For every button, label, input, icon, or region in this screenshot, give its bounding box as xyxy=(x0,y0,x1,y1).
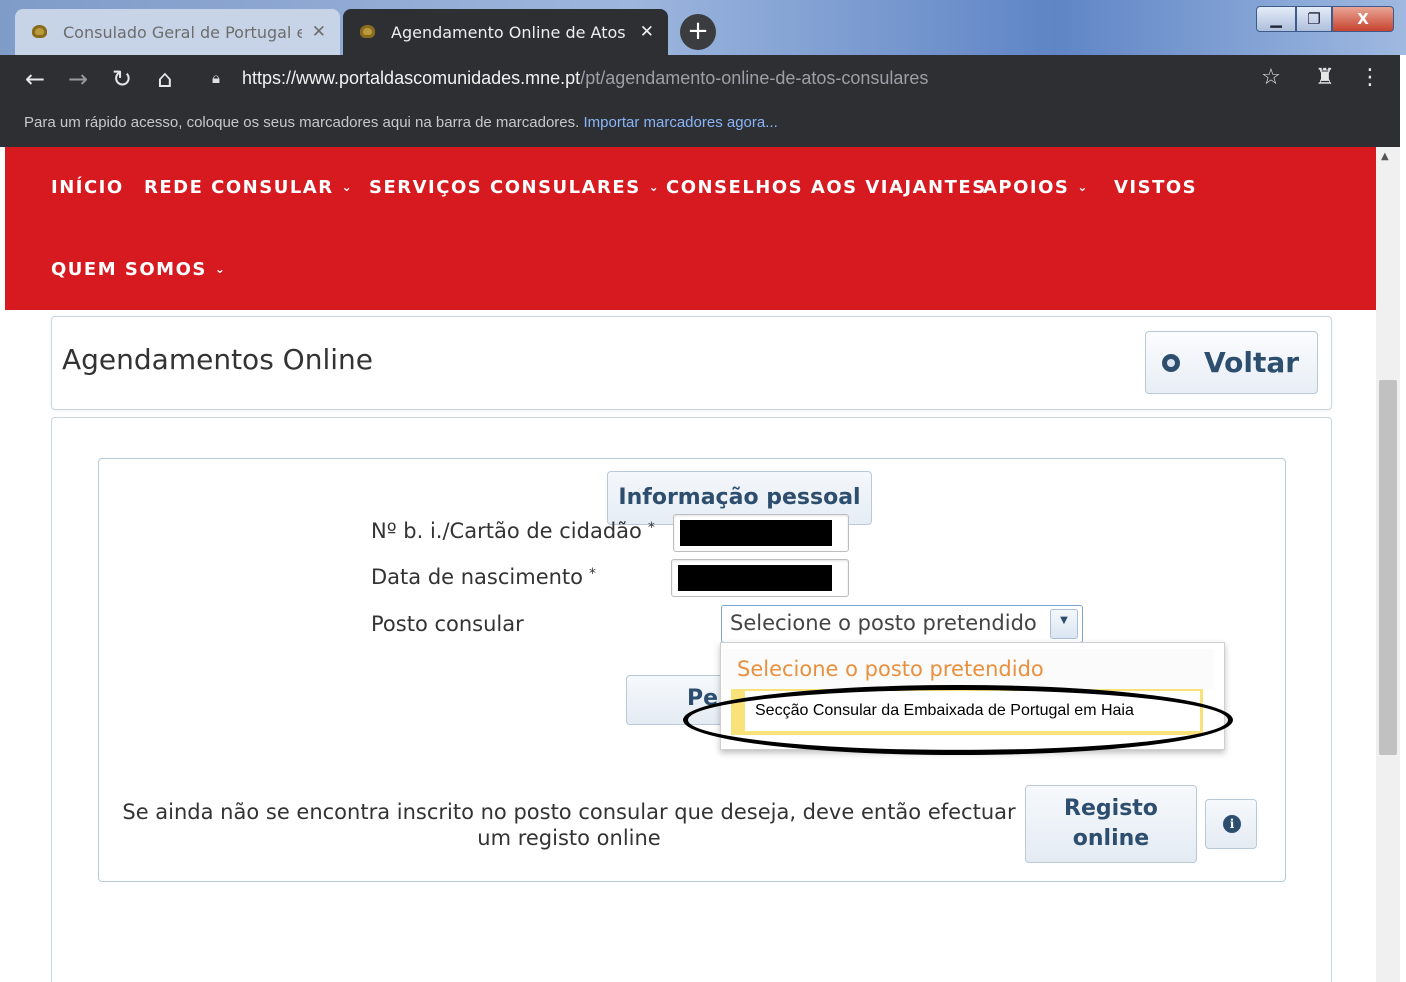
menu-dots-icon[interactable]: ⋮ xyxy=(1355,65,1385,90)
chevron-down-icon: ⌄ xyxy=(648,180,661,194)
tab-title: Consulado Geral de Portugal em xyxy=(63,22,302,42)
chevron-down-icon: ⌄ xyxy=(214,262,227,276)
dob-label: Data de nascimento * xyxy=(371,565,596,589)
home-icon[interactable]: ⌂ xyxy=(150,65,180,95)
new-tab-button[interactable]: + xyxy=(680,14,716,50)
chevron-down-icon: ⌄ xyxy=(341,180,354,194)
redacted-value xyxy=(678,565,832,591)
close-window-button[interactable]: X xyxy=(1332,6,1394,32)
page-scrollbar[interactable]: ▲ xyxy=(1376,147,1400,982)
minimize-window-button[interactable]: ▁ xyxy=(1256,6,1296,32)
favicon-icon xyxy=(357,24,379,40)
dropdown-arrow-icon[interactable]: ▼ xyxy=(1050,609,1078,639)
bookmarks-hint: Para um rápido acesso, coloque os seus m… xyxy=(24,114,580,131)
select-value: Selecione o posto pretendido xyxy=(730,611,1037,635)
online-registration-button[interactable]: Registo online xyxy=(1025,785,1197,863)
nav-conselhos-viajantes[interactable]: CONSELHOS AOS VIAJANTES xyxy=(666,177,987,198)
address-bar[interactable]: https://www.portaldascomunidades.mne.pt/… xyxy=(242,68,928,89)
browser-tab-consulado[interactable]: Consulado Geral de Portugal em ✕ xyxy=(15,9,340,55)
dropdown-option-placeholder[interactable]: Selecione o posto pretendido xyxy=(723,649,1213,689)
page-header-panel: Agendamentos Online Voltar xyxy=(51,316,1332,410)
nav-servicos-consulares[interactable]: SERVIÇOS CONSULARES ⌄ xyxy=(369,177,660,198)
required-mark: * xyxy=(647,520,655,536)
nav-apoios[interactable]: APOIOS ⌄ xyxy=(983,177,1089,198)
scrollbar-thumb[interactable] xyxy=(1379,380,1397,755)
id-number-label-text: Nº b. i./Cartão de cidadão xyxy=(371,519,642,543)
bookmarks-bar: Para um rápido acesso, coloque os seus m… xyxy=(0,105,1400,147)
maximize-window-button[interactable]: ❐ xyxy=(1296,6,1332,32)
import-bookmarks-link[interactable]: Importar marcadores agora... xyxy=(583,114,777,131)
nav-label: CONSELHOS AOS VIAJANTES xyxy=(666,177,987,198)
nav-label: QUEM SOMOS xyxy=(51,259,207,280)
back-circle-icon xyxy=(1162,353,1180,372)
redacted-value xyxy=(680,520,832,546)
nav-label: VISTOS xyxy=(1114,177,1198,198)
required-mark: * xyxy=(589,566,597,582)
personal-info-fieldset: Informação pessoal Nº b. i./Cartão de ci… xyxy=(98,458,1286,882)
back-button[interactable]: Voltar xyxy=(1145,331,1318,394)
registration-info-text: Se ainda não se encontra inscrito no pos… xyxy=(122,800,1016,850)
favicon-icon xyxy=(29,24,51,40)
url-path: /pt/agendamento-online-de-atos-consulare… xyxy=(580,68,929,88)
consular-post-select[interactable]: Selecione o posto pretendido ▼ xyxy=(721,605,1083,643)
nav-inicio[interactable]: INÍCIO xyxy=(51,177,124,198)
scroll-up-arrow-icon[interactable]: ▲ xyxy=(1381,151,1389,162)
info-button[interactable]: i xyxy=(1205,799,1257,849)
dropdown-option-haia[interactable]: Secção Consular da Embaixada de Portugal… xyxy=(745,691,1200,731)
bookmark-star-icon[interactable]: ☆ xyxy=(1256,65,1286,90)
browser-tabstrip: Consulado Geral de Portugal em ✕ Agendam… xyxy=(0,0,1406,55)
site-navigation: INÍCIO REDE CONSULAR ⌄ SERVIÇOS CONSULARE… xyxy=(5,147,1376,310)
info-icon: i xyxy=(1223,815,1241,833)
id-number-input[interactable] xyxy=(673,514,849,552)
browser-toolbar: ← → ↻ ⌂ 🔒︎ https://www.portaldascomunida… xyxy=(0,55,1400,105)
nav-rede-consular[interactable]: REDE CONSULAR ⌄ xyxy=(144,177,353,198)
nav-label: SERVIÇOS CONSULARES xyxy=(369,177,641,198)
form-panel: Informação pessoal Nº b. i./Cartão de ci… xyxy=(51,417,1332,982)
url-host: https://www.portaldascomunidades.mne.pt xyxy=(242,68,581,88)
lock-icon[interactable]: 🔒︎ xyxy=(212,69,220,87)
page-title: Agendamentos Online xyxy=(62,343,373,376)
consular-post-label: Posto consular xyxy=(371,612,524,636)
close-tab-icon[interactable]: ✕ xyxy=(312,22,326,42)
nav-label: REDE CONSULAR xyxy=(144,177,334,198)
nav-vistos[interactable]: VISTOS xyxy=(1114,177,1197,198)
dob-label-text: Data de nascimento xyxy=(371,565,584,589)
reload-icon[interactable]: ↻ xyxy=(107,65,137,95)
close-tab-icon[interactable]: ✕ xyxy=(640,22,654,42)
nav-label: APOIOS xyxy=(983,177,1070,198)
nav-label: INÍCIO xyxy=(51,177,124,198)
consular-post-dropdown-list: Selecione o posto pretendido Secção Cons… xyxy=(720,642,1225,750)
chevron-down-icon: ⌄ xyxy=(1077,180,1089,194)
forward-arrow-icon[interactable]: → xyxy=(63,65,93,95)
dob-input[interactable] xyxy=(671,559,849,597)
tab-title: Agendamento Online de Atos Co xyxy=(391,22,630,42)
browser-tab-agendamento[interactable]: Agendamento Online de Atos Co ✕ xyxy=(343,9,668,55)
nav-quem-somos[interactable]: QUEM SOMOS ⌄ xyxy=(51,259,226,280)
id-number-label: Nº b. i./Cartão de cidadão * xyxy=(371,519,655,543)
back-button-label: Voltar xyxy=(1204,346,1300,379)
incognito-icon[interactable]: ♜ xyxy=(1310,65,1340,90)
back-arrow-icon[interactable]: ← xyxy=(20,65,50,95)
